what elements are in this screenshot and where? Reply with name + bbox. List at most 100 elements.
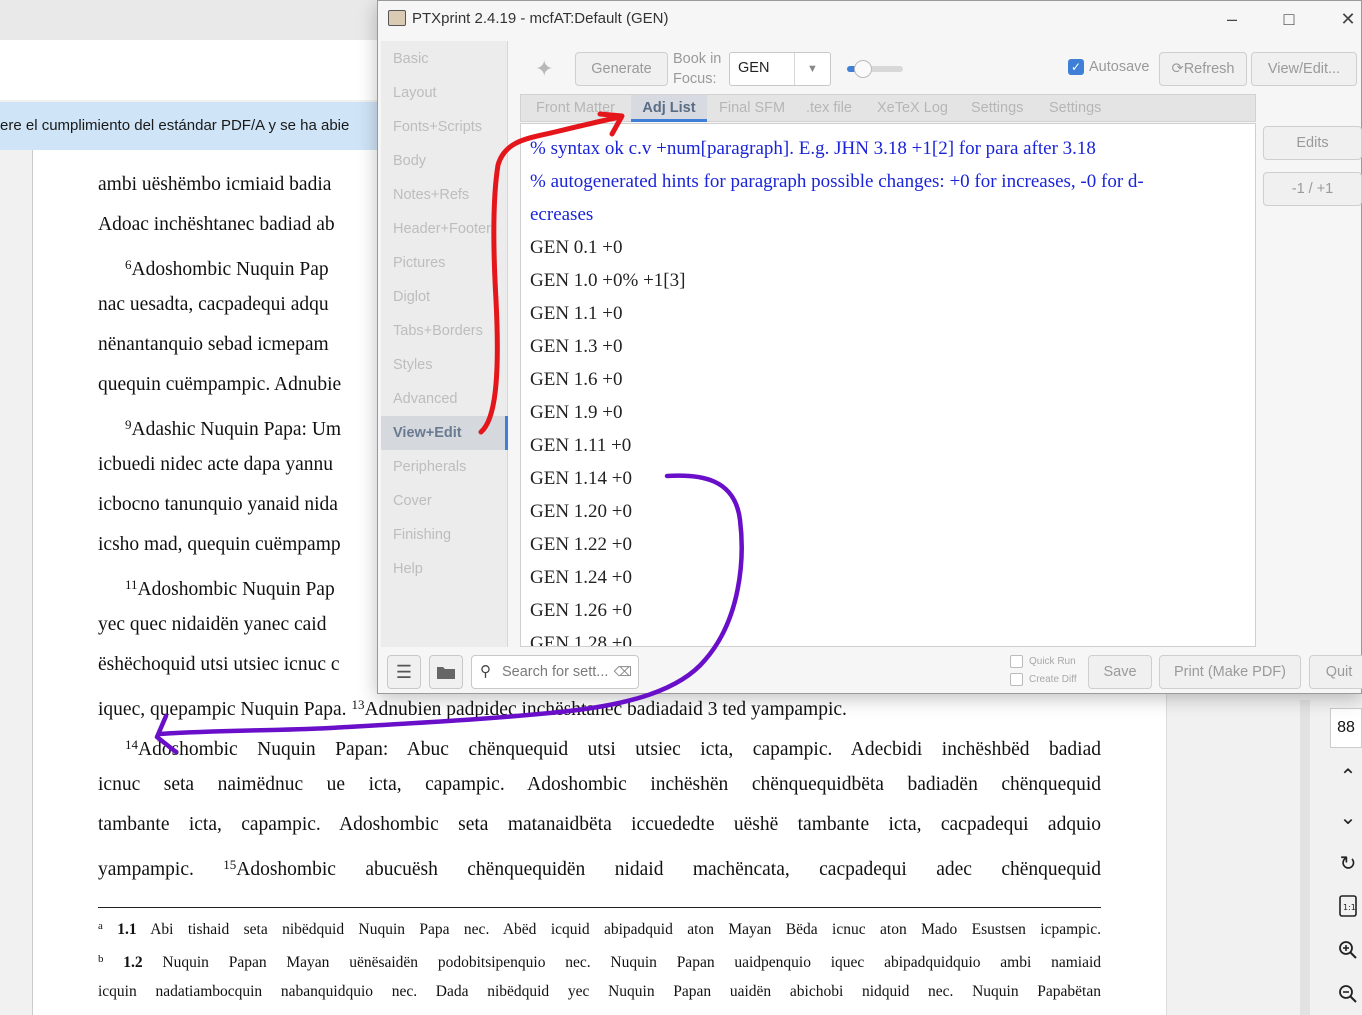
editor-line: GEN 1.20 +0 bbox=[530, 501, 633, 522]
book-in-focus-label: Book in Focus: bbox=[673, 49, 721, 89]
settings-search[interactable]: ⚲ Search for sett... ⌫ bbox=[471, 655, 639, 689]
footnote-line: icquin nadatiambocquin nabanquidquio nec… bbox=[98, 983, 1101, 1000]
zoom-out-icon[interactable] bbox=[1334, 980, 1362, 1008]
editor-line: % syntax ok c.v +num[paragraph]. E.g. JH… bbox=[530, 138, 1096, 159]
sidebar-item-basic[interactable]: Basic bbox=[381, 42, 508, 76]
tab-front-matter-0[interactable]: Front Matter bbox=[536, 95, 615, 122]
pdfa-info-bar: ere el cumplimiento del estándar PDF/A y… bbox=[0, 102, 390, 150]
page-number-field[interactable]: 88 bbox=[1330, 708, 1362, 748]
editor-line: GEN 1.9 +0 bbox=[530, 402, 623, 423]
zoom-in-icon[interactable] bbox=[1334, 936, 1362, 964]
book-select[interactable]: GEN ▼ bbox=[729, 52, 831, 86]
editor-line: GEN 1.28 +0 bbox=[530, 633, 633, 647]
sidebar-item-view-edit[interactable]: View+Edit bbox=[381, 416, 508, 450]
book-label-line2: Focus: bbox=[673, 71, 717, 87]
close-icon[interactable]: ✕ bbox=[1334, 7, 1362, 31]
main-toolbar: ✦ Generate Book in Focus: GEN ▼ ✓ Autosa… bbox=[511, 41, 1361, 91]
editor-line: GEN 1.22 +0 bbox=[530, 534, 633, 555]
book-label-line1: Book in bbox=[673, 51, 722, 67]
editor-line: GEN 1.6 +0 bbox=[530, 369, 623, 390]
window-titlebar: PTXprint 2.4.19 - mcfAT:Default (GEN) – … bbox=[378, 1, 1361, 37]
autosave-label: Autosave bbox=[1089, 59, 1150, 75]
page-text-line: iquec, quepampic Nuquin Papa. 13Adnubien… bbox=[98, 697, 847, 720]
sidebar-item-fonts-scripts[interactable]: Fonts+Scripts bbox=[381, 110, 508, 144]
sidebar-item-peripherals[interactable]: Peripherals bbox=[381, 450, 508, 484]
refresh-label: Refresh bbox=[1183, 61, 1235, 77]
zoom-slider[interactable] bbox=[847, 60, 903, 78]
view-tabs: Front Matter Adj List Final SFM .tex file Xe… bbox=[520, 94, 1256, 122]
info-bar-text: ere el cumplimiento del estándar PDF/A y… bbox=[0, 117, 350, 134]
maximize-icon[interactable]: □ bbox=[1275, 7, 1303, 31]
generate-button[interactable]: Generate bbox=[575, 52, 668, 86]
menu-icon[interactable]: ☰ bbox=[387, 655, 421, 689]
sidebar-item-finishing[interactable]: Finishing bbox=[381, 518, 508, 552]
window-title: PTXprint 2.4.19 - mcfAT:Default (GEN) bbox=[412, 10, 669, 27]
vertical-scrollbar[interactable] bbox=[1300, 700, 1310, 1015]
rotate-icon[interactable]: ↻ bbox=[1334, 849, 1362, 877]
autosave-checkbox[interactable]: ✓ bbox=[1068, 59, 1084, 75]
create-diff-checkbox[interactable] bbox=[1010, 673, 1023, 686]
tab-adj-list-1[interactable]: Adj List bbox=[631, 95, 707, 122]
editor-line: GEN 0.1 +0 bbox=[530, 237, 623, 258]
editor-line: GEN 1.24 +0 bbox=[530, 567, 633, 588]
edits-button[interactable]: Edits bbox=[1263, 126, 1362, 160]
editor-line: % autogenerated hints for paragraph poss… bbox=[530, 171, 1144, 192]
sidebar-item-advanced[interactable]: Advanced bbox=[381, 382, 508, 416]
quick-run-label: Quick Run bbox=[1029, 656, 1076, 667]
book-icon bbox=[388, 10, 406, 26]
refresh-button[interactable]: ⟳Refresh bbox=[1159, 52, 1247, 86]
sidebar-item-header-footer[interactable]: Header+Footer bbox=[381, 212, 508, 246]
sidebar-item-diglot[interactable]: Diglot bbox=[381, 280, 508, 314]
search-placeholder: Search for sett... bbox=[502, 664, 609, 680]
minimize-icon[interactable]: – bbox=[1218, 7, 1246, 31]
sparkle-icon[interactable]: ✦ bbox=[535, 56, 553, 82]
quit-button[interactable]: Quit bbox=[1309, 655, 1362, 689]
view-edit-button[interactable]: View/Edit... bbox=[1251, 52, 1357, 86]
quick-run-checkbox[interactable] bbox=[1010, 655, 1023, 668]
sidebar-item-layout[interactable]: Layout bbox=[381, 76, 508, 110]
page-text-line: yampampic. 15Adoshombic abucuësh chënque… bbox=[98, 857, 1101, 880]
page-text-line: tambante icta, capampic. Adoshombic seta… bbox=[98, 814, 1101, 835]
bottom-bar: ☰ ⚲ Search for sett... ⌫ Quick Run Creat… bbox=[378, 649, 1362, 693]
sidebar-item-cover[interactable]: Cover bbox=[381, 484, 508, 518]
footnote-line: b 1.2 Nuquin Papan Mayan uënësaidën podo… bbox=[98, 953, 1101, 971]
settings-sidebar: Basic Layout Fonts+Scripts Body Notes+Refs He… bbox=[381, 41, 508, 647]
tab-final-sfm-2[interactable]: Final SFM bbox=[719, 95, 785, 122]
save-button[interactable]: Save bbox=[1088, 655, 1152, 689]
tab-settings-6[interactable]: Settings bbox=[1049, 95, 1101, 122]
page-number-value: 88 bbox=[1337, 719, 1355, 736]
create-diff-label: Create Diff bbox=[1029, 674, 1077, 685]
sidebar-item-styles[interactable]: Styles bbox=[381, 348, 508, 382]
sidebar-item-body[interactable]: Body bbox=[381, 144, 508, 178]
page-text-line: 14Adoshombic Nuquin Papan: Abuc chënqueq… bbox=[125, 737, 1101, 760]
sidebar-item-pictures[interactable]: Pictures bbox=[381, 246, 508, 280]
editor-line: GEN 1.11 +0 bbox=[530, 435, 632, 456]
tab--tex-file-3[interactable]: .tex file bbox=[806, 95, 852, 122]
slider-knob[interactable] bbox=[854, 60, 872, 78]
editor-line: GEN 1.14 +0 bbox=[530, 468, 633, 489]
clear-search-icon[interactable]: ⌫ bbox=[614, 664, 632, 680]
page-down-icon[interactable]: ⌄ bbox=[1334, 803, 1362, 831]
editor-line: GEN 1.3 +0 bbox=[530, 336, 623, 357]
page-text-line: icnuc seta naimëdnuc ue icta, capampic. … bbox=[98, 774, 1101, 795]
print-button[interactable]: Print (Make PDF) bbox=[1159, 655, 1301, 689]
refresh-icon: ⟳ bbox=[1171, 61, 1184, 77]
sidebar-item-tabs-borders[interactable]: Tabs+Borders bbox=[381, 314, 508, 348]
sidebar-item-notes-refs[interactable]: Notes+Refs bbox=[381, 178, 508, 212]
ptxprint-window: PTXprint 2.4.19 - mcfAT:Default (GEN) – … bbox=[377, 0, 1362, 694]
footnote-line: a 1.1 Abi tishaid seta nibëdquid Nuquin … bbox=[98, 920, 1101, 938]
svg-text:1:1: 1:1 bbox=[1343, 903, 1356, 912]
tab-xetex-log-4[interactable]: XeTeX Log bbox=[877, 95, 948, 122]
sidebar-item-help[interactable]: Help bbox=[381, 552, 508, 586]
folder-icon[interactable] bbox=[429, 655, 463, 689]
adjust-button[interactable]: -1 / +1 bbox=[1263, 172, 1362, 206]
book-select-value: GEN bbox=[738, 60, 770, 76]
footnote-rule bbox=[98, 907, 1101, 908]
search-icon: ⚲ bbox=[480, 663, 491, 680]
adj-list-editor[interactable]: % syntax ok c.v +num[paragraph]. E.g. JH… bbox=[520, 123, 1256, 647]
fit-page-icon[interactable]: 1:1 bbox=[1334, 892, 1362, 920]
chevron-down-icon[interactable]: ▼ bbox=[794, 53, 830, 85]
editor-line: GEN 1.0 +0% +1[3] bbox=[530, 270, 686, 291]
page-up-icon[interactable]: ⌃ bbox=[1334, 762, 1362, 790]
tab-settings-5[interactable]: Settings bbox=[971, 95, 1023, 122]
